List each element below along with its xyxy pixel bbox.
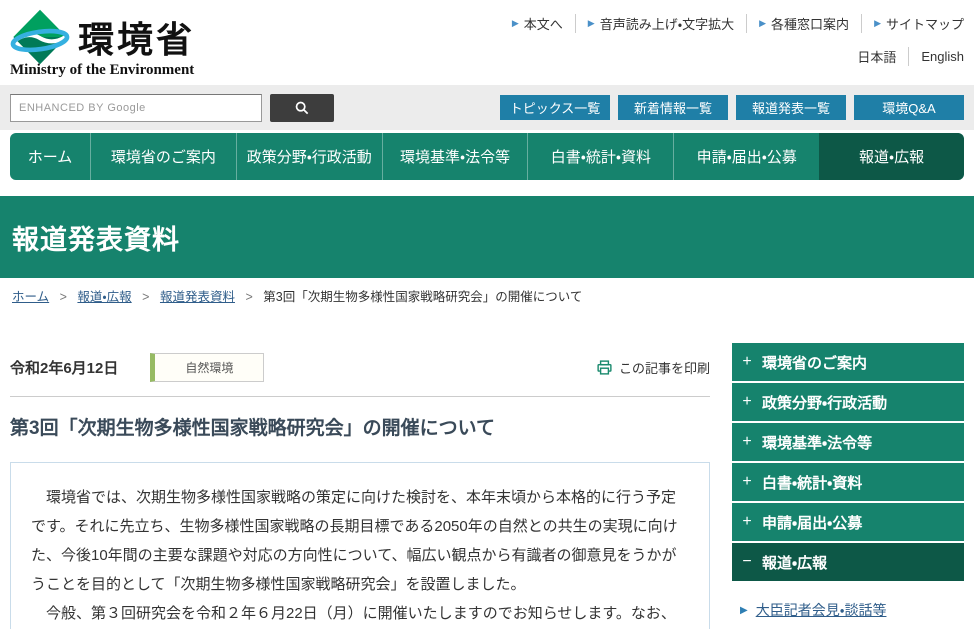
nav-item-press-pr[interactable]: 報道・広報 <box>819 133 964 180</box>
main-nav: ホーム 環境省のご案内 政策分野・行政活動 環境基準・法令等 白書・統計・資料 … <box>10 133 964 180</box>
breadcrumb-home[interactable]: ホーム <box>12 290 49 304</box>
sidebar-nav: + 環境省のご案内 + 政策分野・行政活動 + 環境基準・法令等 + 白書・統計… <box>732 343 964 629</box>
breadcrumb-press-pr[interactable]: 報道・広報 <box>77 290 131 304</box>
nav-item-about-moe[interactable]: 環境省のご案内 <box>90 133 236 180</box>
sidebar-item-label: 申請・届出・公募 <box>762 512 862 533</box>
article-body-box: 環境省では、次期生物多様性国家戦略の策定に向けた検討を、本年末頃から本格的に行う… <box>10 462 710 629</box>
sidebar-item-standards-laws[interactable]: + 環境基準・法令等 <box>732 423 964 461</box>
sidebar-item-label: 報道・広報 <box>762 552 827 573</box>
arrow-right-icon: ▶ <box>740 605 748 616</box>
moe-logo-icon <box>10 8 70 66</box>
article-title: 第3回「次期生物多様性国家戦略研究会」の開催について <box>10 413 710 440</box>
utility-link-label: サイトマップ <box>886 14 964 33</box>
utility-link-label: 各種窓口案内 <box>771 14 849 33</box>
utility-link-contact-guide[interactable]: ▶ 各種窓口案内 <box>747 14 862 33</box>
lang-link-japanese[interactable]: 日本語 <box>845 47 909 66</box>
arrow-right-icon: ▶ <box>588 18 595 29</box>
sidebar-item-label: 白書・統計・資料 <box>762 472 862 493</box>
breadcrumb-separator: > <box>245 290 252 304</box>
nav-item-applications[interactable]: 申請・届出・公募 <box>673 133 819 180</box>
plus-icon: + <box>732 393 762 411</box>
plus-icon: + <box>732 353 762 371</box>
utility-link-label: 音声読み上げ・文字拡大 <box>600 14 734 33</box>
breadcrumb-separator: > <box>142 290 149 304</box>
nav-item-home[interactable]: ホーム <box>10 133 90 180</box>
sidebar-item-about-moe[interactable]: + 環境省のご案内 <box>732 343 964 381</box>
printer-icon <box>596 359 613 376</box>
sidebar-sublinks: ▶ 大臣記者会見・談話等 ▶ 報道発表一覧 <box>732 583 964 629</box>
environment-qa-button[interactable]: 環境Q&A <box>854 95 964 120</box>
sidebar-item-label: 環境基準・法令等 <box>762 432 872 453</box>
arrow-right-icon: ▶ <box>759 18 766 29</box>
nav-item-whitepapers-statistics[interactable]: 白書・統計・資料 <box>527 133 673 180</box>
arrow-right-icon: ▶ <box>512 18 519 29</box>
quick-links: トピックス一覧 新着情報一覧 報道発表一覧 環境Q&A <box>492 95 964 120</box>
site-header: 環境省 Ministry of the Environment ▶ 本文へ ▶ … <box>0 0 974 85</box>
content-area: 令和2年6月12日 自然環境 この記事を印刷 第3回「次期生物多様性国家戦略研究… <box>0 343 974 629</box>
category-badge[interactable]: 自然環境 <box>150 353 264 382</box>
language-switcher: 日本語 English <box>500 47 964 66</box>
sidebar-item-press-pr[interactable]: − 報道・広報 <box>732 543 964 581</box>
utility-link-speech-textsize[interactable]: ▶ 音声読み上げ・文字拡大 <box>576 14 747 33</box>
new-info-list-button[interactable]: 新着情報一覧 <box>618 95 728 120</box>
article-column: 令和2年6月12日 自然環境 この記事を印刷 第3回「次期生物多様性国家戦略研究… <box>10 343 710 629</box>
plus-icon: + <box>732 433 762 451</box>
utility-link-sitemap[interactable]: ▶ サイトマップ <box>862 14 964 33</box>
breadcrumb-press-release[interactable]: 報道発表資料 <box>160 290 235 304</box>
nav-item-standards-laws[interactable]: 環境基準・法令等 <box>382 133 528 180</box>
search-icon <box>294 100 310 116</box>
sidebar-item-label: 環境省のご案内 <box>762 352 867 373</box>
press-release-list-button[interactable]: 報道発表一覧 <box>736 95 846 120</box>
page-title: 報道発表資料 <box>0 218 180 257</box>
utility-link-label: 本文へ <box>524 14 563 33</box>
moe-logo[interactable]: 環境省 Ministry of the Environment <box>10 8 195 79</box>
page-title-band: 報道発表資料 <box>0 196 974 278</box>
article-date: 令和2年6月12日 <box>10 357 118 378</box>
nav-item-policy-activities[interactable]: 政策分野・行政活動 <box>236 133 382 180</box>
print-link-label: この記事を印刷 <box>619 358 710 377</box>
article-paragraph: 環境省では、次期生物多様性国家戦略の策定に向けた検討を、本年末頃から本格的に行う… <box>31 483 689 599</box>
breadcrumb-separator: > <box>60 290 67 304</box>
plus-icon: + <box>732 473 762 491</box>
logo-title: 環境省 <box>78 11 195 63</box>
sidebar-item-policy-activities[interactable]: + 政策分野・行政活動 <box>732 383 964 421</box>
arrow-right-icon: ▶ <box>874 18 881 29</box>
sidebar-sublink-row: ▶ 大臣記者会見・談話等 <box>740 595 964 625</box>
sidebar-item-applications[interactable]: + 申請・届出・公募 <box>732 503 964 541</box>
breadcrumb-current: 第3回「次期生物多様性国家戦略研究会」の開催について <box>263 290 582 304</box>
sidebar-item-label: 政策分野・行政活動 <box>762 392 887 413</box>
print-article-link[interactable]: この記事を印刷 <box>596 358 710 377</box>
breadcrumb: ホーム > 報道・広報 > 報道発表資料 > 第3回「次期生物多様性国家戦略研究… <box>0 278 974 313</box>
sidebar-sublink-row: ▶ 報道発表一覧 <box>740 625 964 629</box>
logo-subtitle: Ministry of the Environment <box>10 62 195 79</box>
sidebar-link-minister-press-conference[interactable]: 大臣記者会見・談話等 <box>756 600 887 620</box>
article-meta-row: 令和2年6月12日 自然環境 この記事を印刷 <box>10 353 710 382</box>
plus-icon: + <box>732 513 762 531</box>
sidebar-item-whitepapers-statistics[interactable]: + 白書・統計・資料 <box>732 463 964 501</box>
article-paragraph: 今般、第３回研究会を令和２年６月22日（月）に開催いたしますのでお知らせします。… <box>31 599 689 629</box>
minus-icon: − <box>732 553 762 571</box>
topics-list-button[interactable]: トピックス一覧 <box>500 95 610 120</box>
meta-divider <box>10 396 710 397</box>
utility-link-main-content[interactable]: ▶ 本文へ <box>500 14 576 33</box>
utility-nav: ▶ 本文へ ▶ 音声読み上げ・文字拡大 ▶ 各種窓口案内 ▶ サイトマップ <box>500 14 964 33</box>
lang-link-english[interactable]: English <box>909 49 964 64</box>
search-input[interactable] <box>10 94 262 122</box>
search-button[interactable] <box>270 94 334 122</box>
search-strip: トピックス一覧 新着情報一覧 報道発表一覧 環境Q&A <box>0 85 974 130</box>
